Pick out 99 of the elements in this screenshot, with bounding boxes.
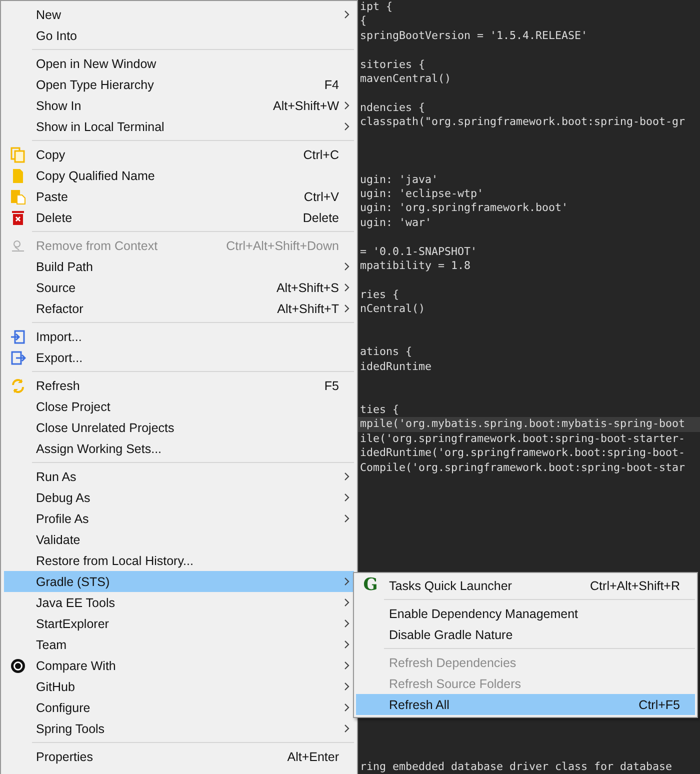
shortcut-text: F4 [323, 78, 339, 92]
shortcut-text: Alt+Shift+W [272, 98, 339, 112]
menu-item[interactable]: Paste Ctrl+V [4, 186, 354, 207]
menu-item[interactable]: Restore from Local History... [4, 550, 354, 571]
chevron-icon [344, 283, 350, 292]
menu-item[interactable]: Import... [4, 326, 354, 347]
menu-item[interactable]: Close Project [4, 396, 354, 417]
menu-item[interactable]: Source Alt+Shift+S [4, 277, 354, 298]
menu-item[interactable]: Close Unrelated Projects [4, 417, 354, 438]
shortcut-text: Ctrl+C [302, 148, 339, 162]
menu-item[interactable]: Build Path [4, 256, 354, 277]
code-line: = '0.0.1-SNAPSHOT' [360, 244, 478, 260]
menu-item[interactable]: Assign Working Sets... [4, 438, 354, 459]
chevron-icon [344, 493, 350, 502]
menu-item[interactable]: Disable Gradle Nature [356, 624, 695, 645]
code-line: classpath("org.springframework.boot:spring-boot-gr [360, 115, 686, 130]
shortcut-text: Ctrl+V [302, 190, 339, 204]
shortcut-text: Ctrl+Alt+Shift+Down [225, 238, 339, 252]
code-line: mavenCentral() [360, 72, 452, 86]
menu-item[interactable]: Refresh All Ctrl+F5 [356, 694, 695, 715]
document-icon [10, 168, 26, 184]
paste-icon [10, 188, 26, 204]
menu-item[interactable]: Refactor Alt+Shift+T [4, 298, 354, 319]
menu-item[interactable]: Validate [4, 529, 354, 550]
menu-item[interactable]: Refresh F5 [4, 375, 354, 396]
code-line: ugin: 'org.springframework.boot' [360, 201, 568, 216]
chevron-icon [344, 472, 350, 481]
code-line: mpatibility = 1.8 [360, 259, 471, 274]
code-line: ugin: 'war' [360, 216, 432, 230]
chevron-icon [344, 122, 350, 131]
shortcut-text: Delete [302, 210, 339, 224]
import-icon [10, 328, 26, 344]
code-line: idedRuntime [360, 360, 432, 374]
chevron-icon [344, 304, 350, 313]
delete-icon [10, 210, 26, 226]
code-line: ipt { [360, 0, 393, 14]
remove-context-icon [10, 238, 26, 254]
menu-item[interactable]: Java EE Tools [4, 592, 354, 613]
gradle-logo: G [363, 577, 378, 594]
code-line: ugin: 'java' [360, 172, 438, 188]
code-line: ations { [360, 345, 412, 360]
code-line: ndencies { [360, 100, 426, 116]
menu-item[interactable]: G Tasks Quick Launcher Ctrl+Alt+Shift+R [356, 575, 695, 596]
code-line: ugin: 'eclipse-wtp' [360, 187, 484, 202]
chevron-icon [344, 661, 350, 670]
menu-item[interactable]: Spring Tools [4, 718, 354, 739]
code-line: Compile('org.springframework.boot:spring-boot-star [360, 460, 686, 475]
chevron-icon [344, 514, 350, 523]
menu-item[interactable]: Gradle (STS) [4, 571, 354, 592]
chevron-icon [344, 703, 350, 712]
refresh-icon [10, 378, 26, 394]
code-line: nCentral() [360, 302, 426, 317]
menu-item[interactable]: Show in Local Terminal [4, 116, 354, 137]
menu-item[interactable]: Open Type Hierarchy F4 [4, 74, 354, 95]
chevron-icon [344, 598, 350, 607]
chevron-icon [344, 682, 350, 691]
menu-item[interactable]: StartExplorer [4, 613, 354, 634]
chevron-icon [344, 262, 350, 271]
shortcut-text: Alt+Shift+S [275, 280, 339, 294]
code-line: mpile('org.mybatis.spring.boot:mybatis-spring-boot [360, 417, 686, 432]
code-line: ring embedded database driver class for database [360, 760, 672, 774]
shortcut-text: Alt+Enter [286, 750, 339, 764]
chevron-icon [344, 724, 350, 733]
menu-item[interactable]: Properties Alt+Enter [4, 746, 354, 767]
github-icon [10, 658, 26, 674]
menu-item[interactable]: Go Into [4, 25, 354, 46]
menu-item[interactable]: Export... [4, 347, 354, 368]
code-line: springBootVersion = '1.5.4.RELEASE' [360, 28, 588, 44]
chevron-icon [344, 640, 350, 649]
menu-item[interactable]: Run As [4, 466, 354, 487]
menu-item[interactable]: Open in New Window [4, 53, 354, 74]
code-line: ries { [360, 288, 400, 302]
shortcut-text: Ctrl+Alt+Shift+R [589, 578, 680, 592]
menu-item[interactable]: GitHub [4, 676, 354, 697]
shortcut-text: F5 [323, 378, 339, 392]
export-icon [10, 350, 26, 366]
menu-item[interactable]: New [4, 4, 354, 25]
menu-item[interactable]: Show In Alt+Shift+W [4, 95, 354, 116]
chevron-icon [344, 619, 350, 628]
menu-item[interactable]: Copy Qualified Name [4, 165, 354, 186]
chevron-icon [344, 10, 350, 19]
menu-item[interactable]: Configure [4, 697, 354, 718]
copy-icon [10, 146, 26, 162]
shortcut-text: Alt+Shift+T [276, 302, 339, 316]
code-line: ties { [360, 402, 400, 418]
menu-item[interactable]: Team [4, 634, 354, 655]
code-line: idedRuntime('org.springframework.boot:spring-boot- [360, 446, 686, 460]
menu-item[interactable]: Profile As [4, 508, 354, 529]
chevron-icon [344, 577, 350, 586]
menu-item[interactable]: Compare With [4, 655, 354, 676]
menu-item[interactable]: Enable Dependency Management [356, 603, 695, 624]
code-line: sitories { [360, 58, 426, 72]
menu-item[interactable]: Copy Ctrl+C [4, 144, 354, 165]
menu-item[interactable]: Delete Delete [4, 207, 354, 228]
code-line: ile('org.springframework.boot:spring-boot-starter- [360, 432, 686, 446]
chevron-icon [344, 101, 350, 110]
code-line: { [360, 14, 367, 29]
shortcut-text: Ctrl+F5 [638, 698, 680, 712]
menu-item[interactable]: Debug As [4, 487, 354, 508]
